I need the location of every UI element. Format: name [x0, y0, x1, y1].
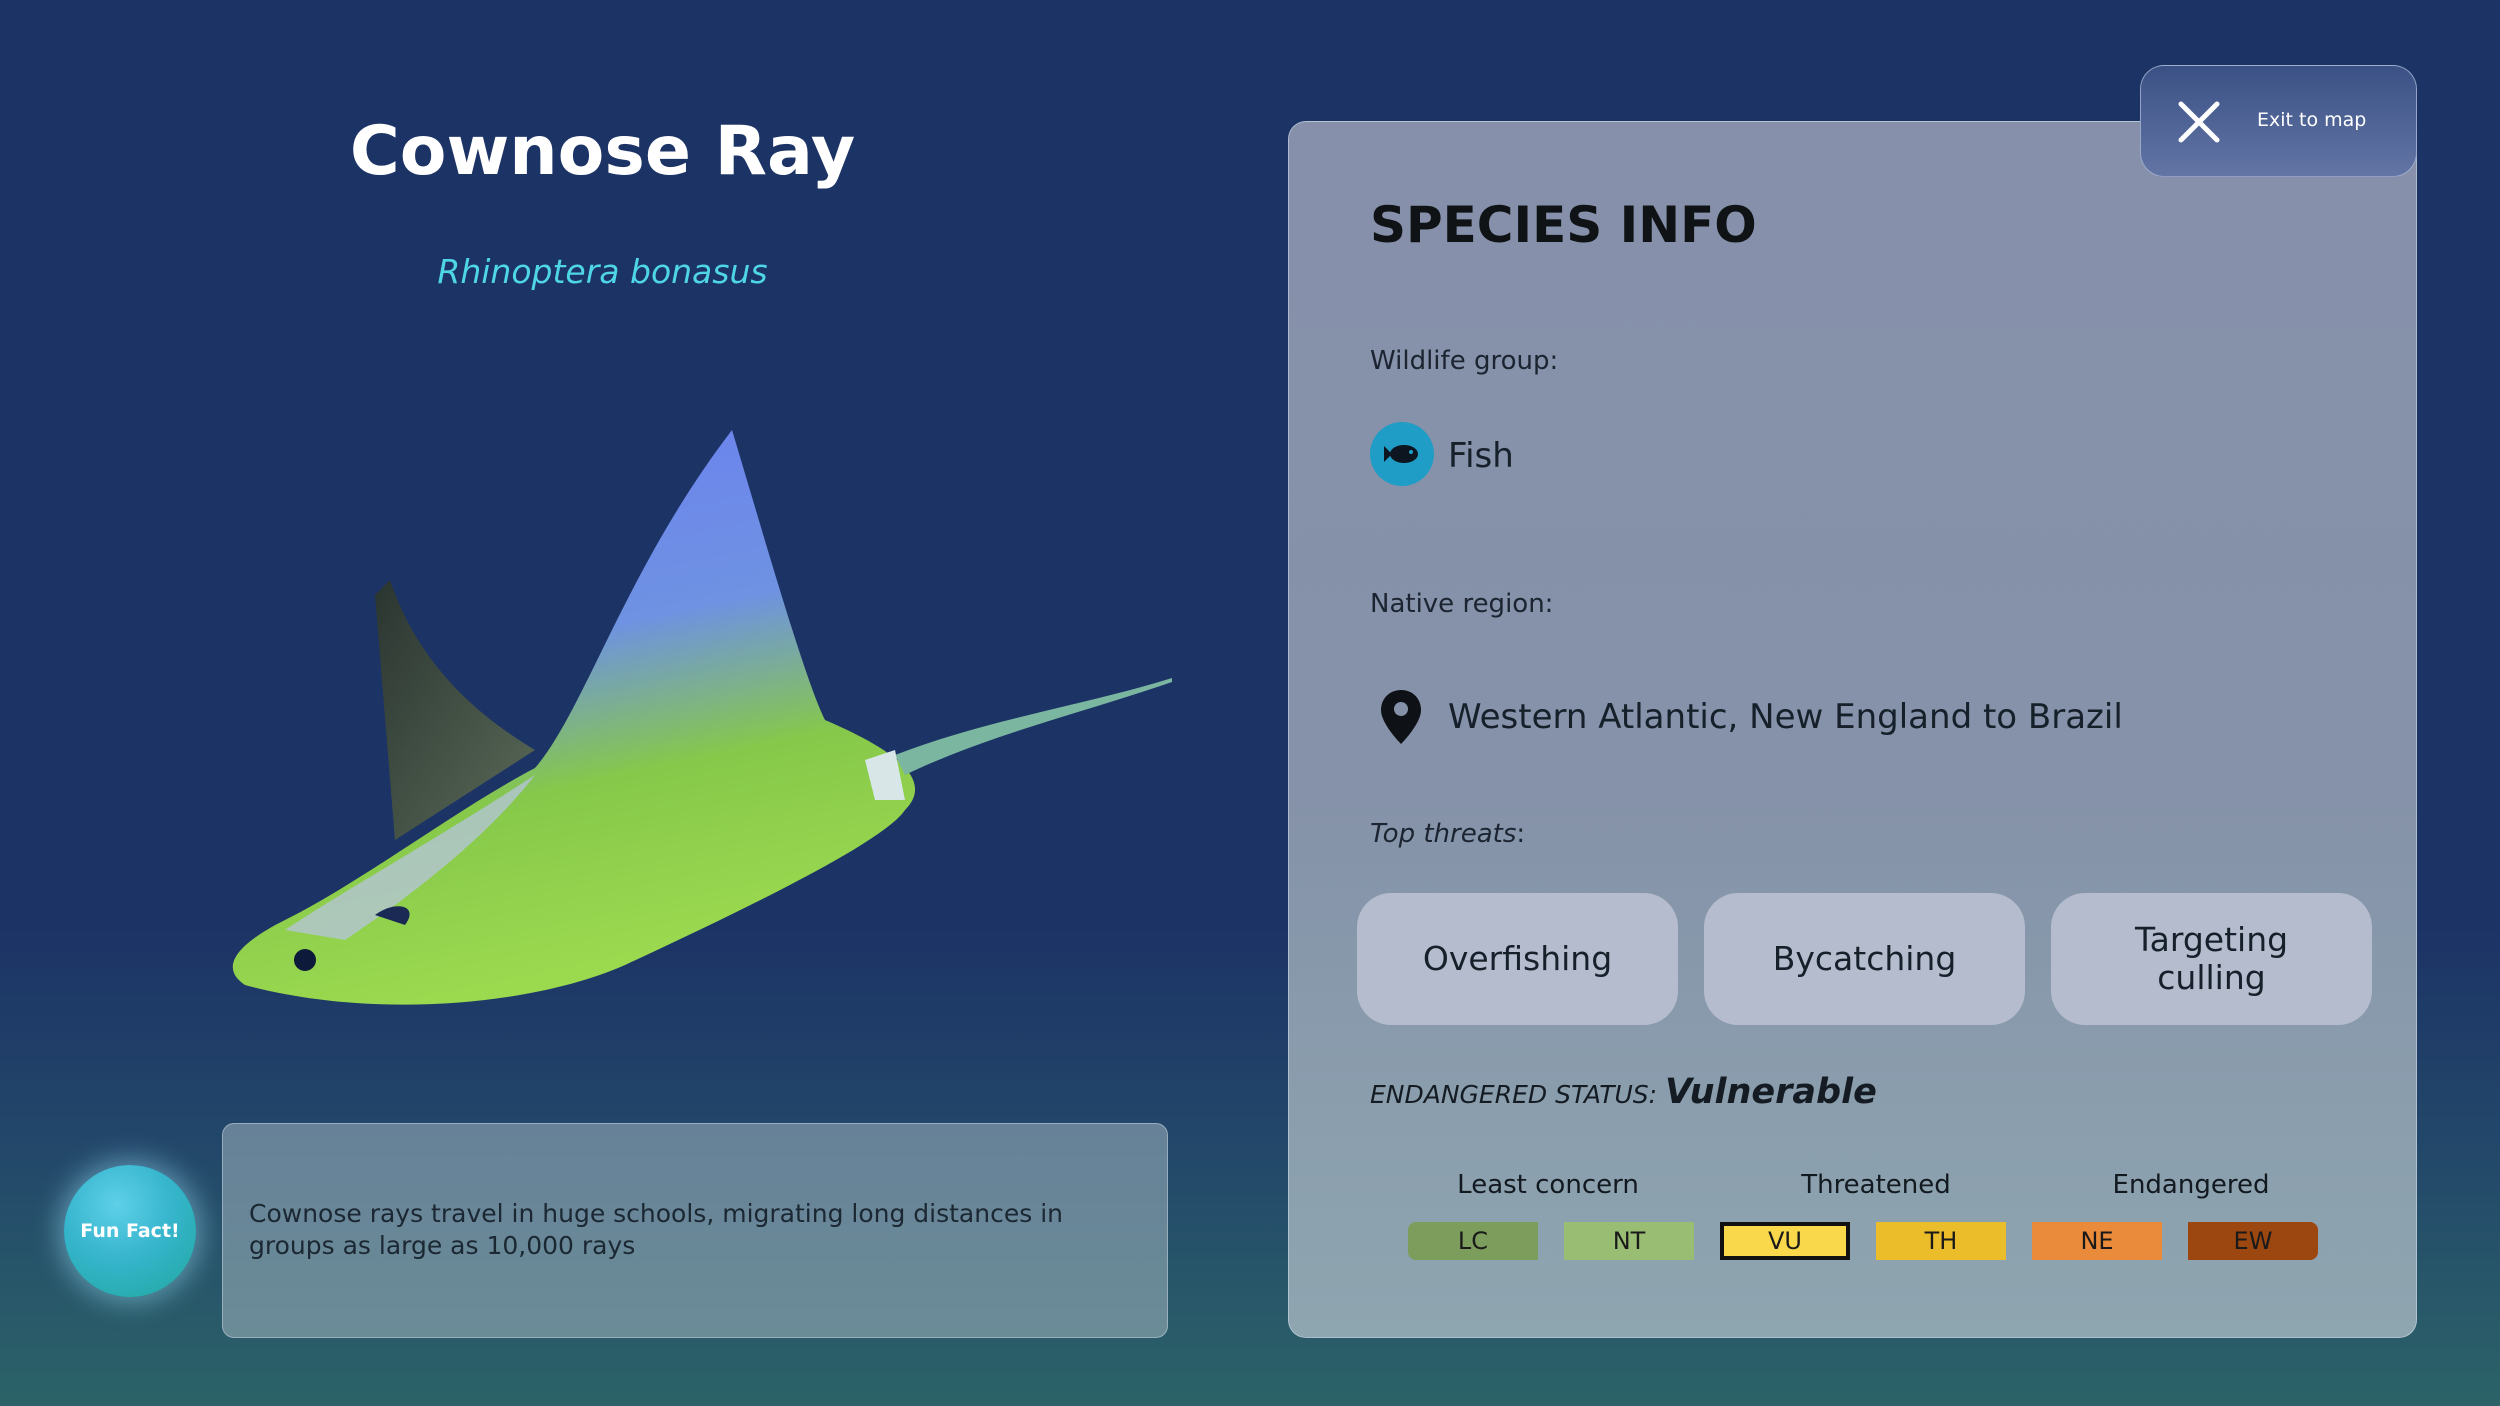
native-region-label: Native region: [1370, 589, 1554, 619]
close-icon [2178, 101, 2220, 143]
status-level-lc: LC [1408, 1222, 1538, 1260]
status-level-th: TH [1876, 1222, 2006, 1260]
endangered-status-label: ENDANGERED STATUS: [1370, 1080, 1658, 1109]
native-region-value: Western Atlantic, New England to Brazil [1448, 697, 2123, 737]
map-pin-icon [1381, 690, 1421, 744]
threat-chip-bycatching[interactable]: Bycatching [1704, 893, 2025, 1025]
wildlife-group-label: Wildlife group: [1370, 346, 1559, 376]
status-level-ew: EW [2188, 1222, 2318, 1260]
species-info-heading: SPECIES INFO [1370, 196, 1757, 254]
fun-fact-button[interactable]: Fun Fact! [64, 1165, 196, 1297]
wildlife-group-value: Fish [1448, 436, 1514, 476]
scientific-name: Rhinoptera bonasus [437, 252, 768, 291]
status-level-vu: VU [1720, 1222, 1850, 1260]
endangered-status-value: Vulnerable [1665, 1072, 1877, 1112]
exit-to-map-button[interactable]: Exit to map [2140, 65, 2417, 177]
status-group-least-concern: Least concern [1457, 1170, 1639, 1200]
fun-fact-card: Cownose rays travel in huge schools, mig… [222, 1123, 1168, 1338]
species-title: Cownose Ray [349, 112, 856, 191]
top-threats-label: Top threats: [1370, 819, 1526, 849]
fun-fact-text: Cownose rays travel in huge schools, mig… [249, 1199, 1063, 1260]
endangered-status: ENDANGERED STATUS: Vulnerable [1370, 1072, 1877, 1112]
cownose-ray-illustration [232, 430, 1172, 1005]
status-level-ne: NE [2032, 1222, 2162, 1260]
fish-icon [1370, 422, 1434, 486]
exit-to-map-label: Exit to map [2257, 109, 2367, 131]
threat-chip-overfishing[interactable]: Overfishing [1357, 893, 1678, 1025]
status-group-threatened: Threatened [1801, 1170, 1951, 1200]
status-group-endangered: Endangered [2112, 1170, 2270, 1200]
threat-chip-targeting-culling[interactable]: Targeting culling [2051, 893, 2372, 1025]
status-level-nt: NT [1564, 1222, 1694, 1260]
